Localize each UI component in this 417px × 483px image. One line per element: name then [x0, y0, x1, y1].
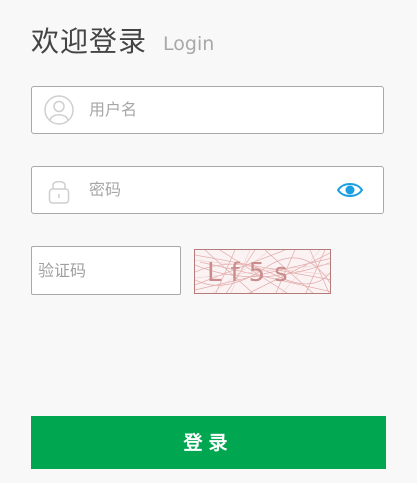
password-field[interactable]: 密码	[31, 166, 384, 214]
lock-icon	[44, 175, 74, 205]
login-page: 欢迎登录 Login 用户名 密码 验证码 Lf5s 登录	[0, 0, 417, 483]
page-subtitle: Login	[163, 33, 215, 55]
captcha-image[interactable]: Lf5s	[194, 249, 331, 294]
username-field[interactable]: 用户名	[31, 86, 384, 134]
login-button[interactable]: 登录	[31, 416, 386, 469]
captcha-placeholder: 验证码	[38, 261, 87, 280]
captcha-input[interactable]: 验证码	[31, 246, 181, 295]
page-header: 欢迎登录 Login	[31, 18, 214, 62]
page-title: 欢迎登录	[31, 25, 148, 58]
user-icon	[44, 95, 74, 125]
password-placeholder: 密码	[89, 180, 122, 199]
username-placeholder: 用户名	[89, 100, 138, 119]
captcha-noise: Lf5s	[195, 250, 330, 293]
captcha-code: Lf5s	[207, 258, 297, 288]
eye-icon[interactable]	[336, 180, 364, 200]
